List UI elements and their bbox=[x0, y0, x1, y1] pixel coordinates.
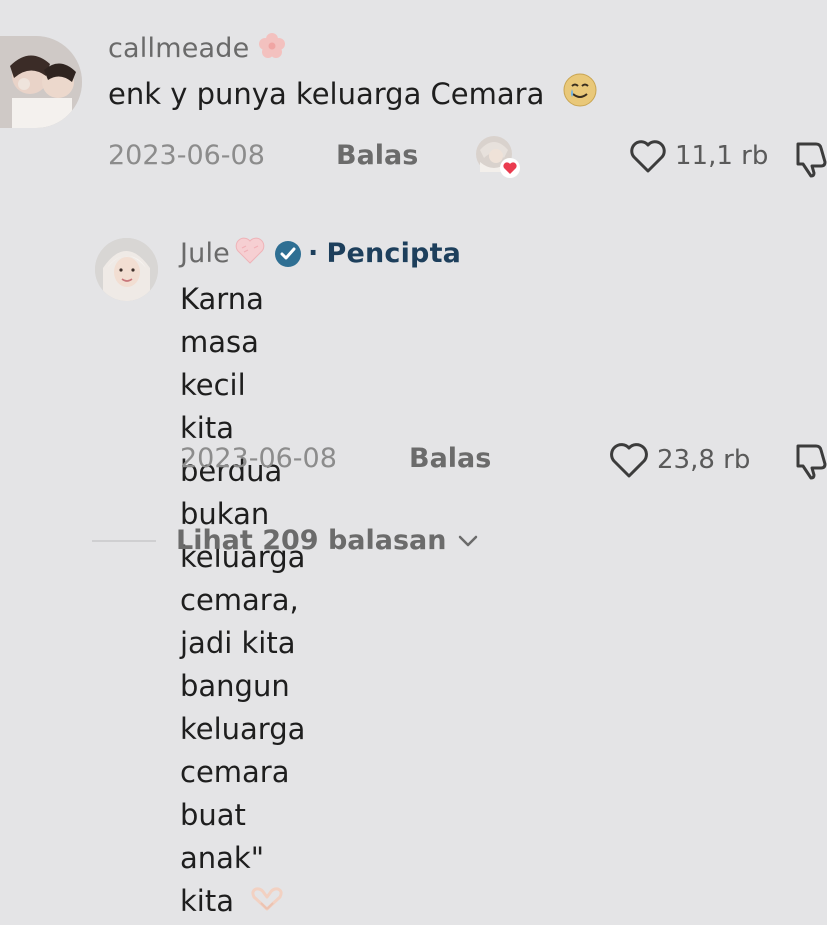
pink-heart-icon bbox=[234, 236, 266, 271]
username[interactable]: callmeade bbox=[108, 31, 287, 66]
reply-like-button[interactable]: 23,8 rb bbox=[608, 441, 750, 479]
creator-badge: · Pencipta bbox=[274, 240, 461, 268]
comment-text-content: enk y punya keluarga Cemara bbox=[108, 77, 545, 111]
reply-text-line: Karna masa kecil kita berdua bukan bbox=[180, 282, 283, 531]
reply-date: 2023-06-08 bbox=[180, 443, 337, 474]
crying-smile-icon bbox=[562, 72, 598, 120]
divider-line bbox=[92, 539, 156, 542]
view-replies-button[interactable]: Lihat 209 balasan bbox=[92, 525, 479, 556]
reply-button[interactable]: Balas bbox=[336, 142, 418, 169]
reply-avatar[interactable] bbox=[95, 238, 158, 301]
heart-badge-icon bbox=[500, 158, 520, 178]
comment-date: 2023-06-08 bbox=[108, 140, 265, 171]
heart-hands-icon bbox=[247, 882, 287, 925]
avatar-image bbox=[0, 36, 82, 128]
dislike-button[interactable] bbox=[794, 140, 827, 182]
flower-icon bbox=[257, 31, 287, 66]
avatar[interactable] bbox=[0, 36, 82, 128]
reply-text-line: keluarga cemara buat anak" kita bbox=[180, 708, 305, 925]
reply-username[interactable]: Jule · Pencipta bbox=[180, 236, 461, 271]
comment-text: enk y punya keluarga Cemara bbox=[108, 72, 598, 120]
heart-outline-icon bbox=[610, 443, 648, 478]
view-replies-label: Lihat 209 balasan bbox=[176, 525, 447, 556]
reply-text: Karna masa kecil kita berdua bukan kelua… bbox=[180, 278, 305, 925]
like-button[interactable]: 11,1 rb bbox=[628, 138, 768, 174]
reply-reply-button[interactable]: Balas bbox=[409, 445, 491, 472]
separator-dot: · bbox=[308, 238, 319, 269]
creator-liked-indicator bbox=[474, 134, 520, 178]
reply-username-text: Jule bbox=[180, 238, 230, 269]
creator-label: Pencipta bbox=[326, 238, 462, 269]
username-text: callmeade bbox=[108, 33, 250, 64]
chevron-down-icon bbox=[458, 535, 477, 546]
reply-avatar-image bbox=[95, 238, 158, 301]
heart-outline-icon bbox=[630, 140, 666, 173]
reply-like-count: 23,8 rb bbox=[657, 445, 751, 475]
verified-icon bbox=[275, 240, 301, 267]
reply-dislike-button[interactable] bbox=[794, 442, 827, 484]
reply-text-line: keluarga cemara, jadi kita bangun bbox=[180, 540, 306, 703]
like-count: 11,1 rb bbox=[675, 141, 769, 171]
thumbs-down-icon bbox=[796, 142, 827, 178]
thumbs-down-icon bbox=[796, 444, 827, 480]
